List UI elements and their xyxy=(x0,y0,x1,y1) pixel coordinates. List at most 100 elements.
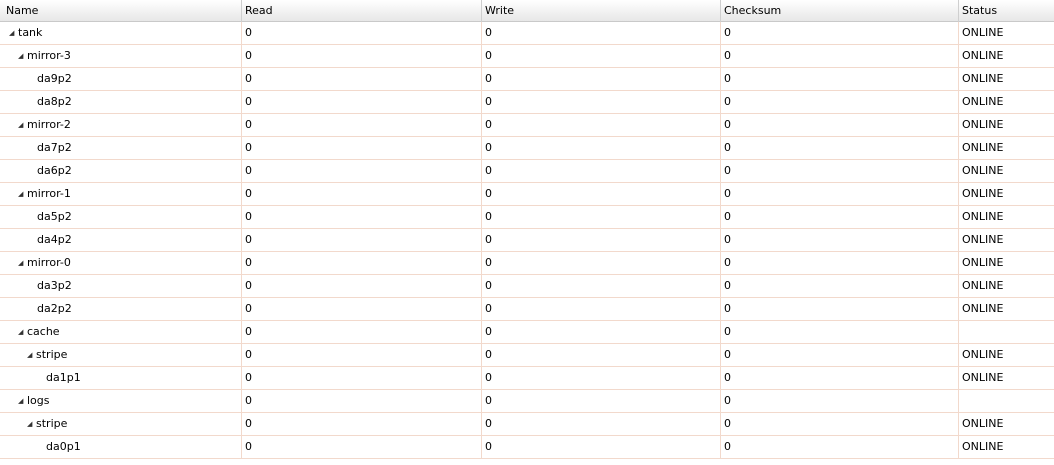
node-name: mirror-0 xyxy=(27,256,71,269)
tree-row-da9p2[interactable]: da9p2 0 0 0 ONLINE xyxy=(0,68,1054,91)
tree-row-da2p2[interactable]: da2p2 0 0 0 ONLINE xyxy=(0,298,1054,321)
column-header-write[interactable]: Write xyxy=(482,0,721,22)
name-cell: ◢ mirror-1 xyxy=(0,183,242,205)
node-name: mirror-2 xyxy=(27,118,71,131)
write-cell: 0 xyxy=(482,229,721,251)
expanded-triangle-icon[interactable]: ◢ xyxy=(18,390,27,412)
tree-row-mirror-1[interactable]: ◢ mirror-1 0 0 0 ONLINE xyxy=(0,183,1054,206)
status-cell: ONLINE xyxy=(962,417,1004,430)
status-cell: ONLINE xyxy=(962,95,1004,108)
name-cell: da4p2 xyxy=(0,229,242,251)
write-cell: 0 xyxy=(482,275,721,297)
node-name: tank xyxy=(18,26,43,39)
checksum-cell: 0 xyxy=(721,367,959,389)
tree-row-logs-stripe[interactable]: ◢ stripe 0 0 0 ONLINE xyxy=(0,413,1054,436)
read-cell: 0 xyxy=(242,68,482,90)
checksum-cell: 0 xyxy=(721,344,959,366)
column-header-name[interactable]: Name xyxy=(0,0,242,22)
read-cell: 0 xyxy=(242,45,482,67)
tree-row-mirror-0[interactable]: ◢ mirror-0 0 0 0 ONLINE xyxy=(0,252,1054,275)
write-cell: 0 xyxy=(482,367,721,389)
checksum-cell: 0 xyxy=(721,321,959,343)
checksum-cell: 0 xyxy=(721,275,959,297)
write-cell: 0 xyxy=(482,206,721,228)
column-header-status[interactable]: Status xyxy=(959,0,1054,22)
checksum-cell: 0 xyxy=(721,413,959,435)
checksum-cell: 0 xyxy=(721,183,959,205)
node-name: mirror-1 xyxy=(27,187,71,200)
read-cell: 0 xyxy=(242,321,482,343)
read-cell: 0 xyxy=(242,160,482,182)
name-cell: da0p1 xyxy=(0,436,242,458)
write-cell: 0 xyxy=(482,436,721,458)
read-cell: 0 xyxy=(242,344,482,366)
checksum-cell: 0 xyxy=(721,390,959,412)
node-name: cache xyxy=(27,325,60,338)
pool-status-tree-grid: Name Read Write Checksum Status ◢ tank 0 … xyxy=(0,0,1054,465)
status-cell: ONLINE xyxy=(962,164,1004,177)
name-cell: ◢ mirror-0 xyxy=(0,252,242,274)
column-header-checksum[interactable]: Checksum xyxy=(721,0,959,22)
tree-row-logs[interactable]: ◢ logs 0 0 0 xyxy=(0,390,1054,413)
checksum-cell: 0 xyxy=(721,229,959,251)
checksum-cell: 0 xyxy=(721,45,959,67)
read-cell: 0 xyxy=(242,91,482,113)
expanded-triangle-icon[interactable]: ◢ xyxy=(27,413,36,435)
status-cell: ONLINE xyxy=(962,26,1004,39)
name-cell: da7p2 xyxy=(0,137,242,159)
expanded-triangle-icon[interactable]: ◢ xyxy=(9,22,18,44)
checksum-cell: 0 xyxy=(721,22,959,44)
read-cell: 0 xyxy=(242,183,482,205)
expanded-triangle-icon[interactable]: ◢ xyxy=(18,183,27,205)
tree-row-da5p2[interactable]: da5p2 0 0 0 ONLINE xyxy=(0,206,1054,229)
tree-row-da3p2[interactable]: da3p2 0 0 0 ONLINE xyxy=(0,275,1054,298)
write-cell: 0 xyxy=(482,183,721,205)
name-cell: da5p2 xyxy=(0,206,242,228)
tree-row-tank[interactable]: ◢ tank 0 0 0 ONLINE xyxy=(0,22,1054,45)
tree-row-cache[interactable]: ◢ cache 0 0 0 xyxy=(0,321,1054,344)
write-cell: 0 xyxy=(482,91,721,113)
read-cell: 0 xyxy=(242,436,482,458)
write-cell: 0 xyxy=(482,298,721,320)
status-cell xyxy=(959,321,1054,343)
expanded-triangle-icon[interactable]: ◢ xyxy=(27,344,36,366)
read-cell: 0 xyxy=(242,413,482,435)
name-cell: da9p2 xyxy=(0,68,242,90)
tree-row-da7p2[interactable]: da7p2 0 0 0 ONLINE xyxy=(0,137,1054,160)
write-cell: 0 xyxy=(482,321,721,343)
column-header-read[interactable]: Read xyxy=(242,0,482,22)
checksum-cell: 0 xyxy=(721,298,959,320)
checksum-cell: 0 xyxy=(721,68,959,90)
status-cell: ONLINE xyxy=(962,187,1004,200)
expanded-triangle-icon[interactable]: ◢ xyxy=(18,114,27,136)
read-cell: 0 xyxy=(242,275,482,297)
status-cell: ONLINE xyxy=(962,302,1004,315)
tree-row-cache-stripe[interactable]: ◢ stripe 0 0 0 ONLINE xyxy=(0,344,1054,367)
write-cell: 0 xyxy=(482,68,721,90)
read-cell: 0 xyxy=(242,367,482,389)
checksum-cell: 0 xyxy=(721,252,959,274)
write-cell: 0 xyxy=(482,344,721,366)
name-cell: ◢ mirror-3 xyxy=(0,45,242,67)
expanded-triangle-icon[interactable]: ◢ xyxy=(18,321,27,343)
expanded-triangle-icon[interactable]: ◢ xyxy=(18,45,27,67)
node-name: stripe xyxy=(36,417,68,430)
tree-row-da0p1[interactable]: da0p1 0 0 0 ONLINE xyxy=(0,436,1054,459)
tree-row-da4p2[interactable]: da4p2 0 0 0 ONLINE xyxy=(0,229,1054,252)
tree-row-da8p2[interactable]: da8p2 0 0 0 ONLINE xyxy=(0,91,1054,114)
checksum-cell: 0 xyxy=(721,206,959,228)
write-cell: 0 xyxy=(482,114,721,136)
status-cell: ONLINE xyxy=(962,141,1004,154)
status-cell: ONLINE xyxy=(962,233,1004,246)
node-name: mirror-3 xyxy=(27,49,71,62)
expanded-triangle-icon[interactable]: ◢ xyxy=(18,252,27,274)
tree-row-da6p2[interactable]: da6p2 0 0 0 ONLINE xyxy=(0,160,1054,183)
checksum-cell: 0 xyxy=(721,91,959,113)
status-cell xyxy=(959,390,1054,412)
name-cell: da2p2 xyxy=(0,298,242,320)
tree-row-mirror-2[interactable]: ◢ mirror-2 0 0 0 ONLINE xyxy=(0,114,1054,137)
tree-row-mirror-3[interactable]: ◢ mirror-3 0 0 0 ONLINE xyxy=(0,45,1054,68)
tree-row-da1p1[interactable]: da1p1 0 0 0 ONLINE xyxy=(0,367,1054,390)
name-cell: ◢ mirror-2 xyxy=(0,114,242,136)
read-cell: 0 xyxy=(242,206,482,228)
